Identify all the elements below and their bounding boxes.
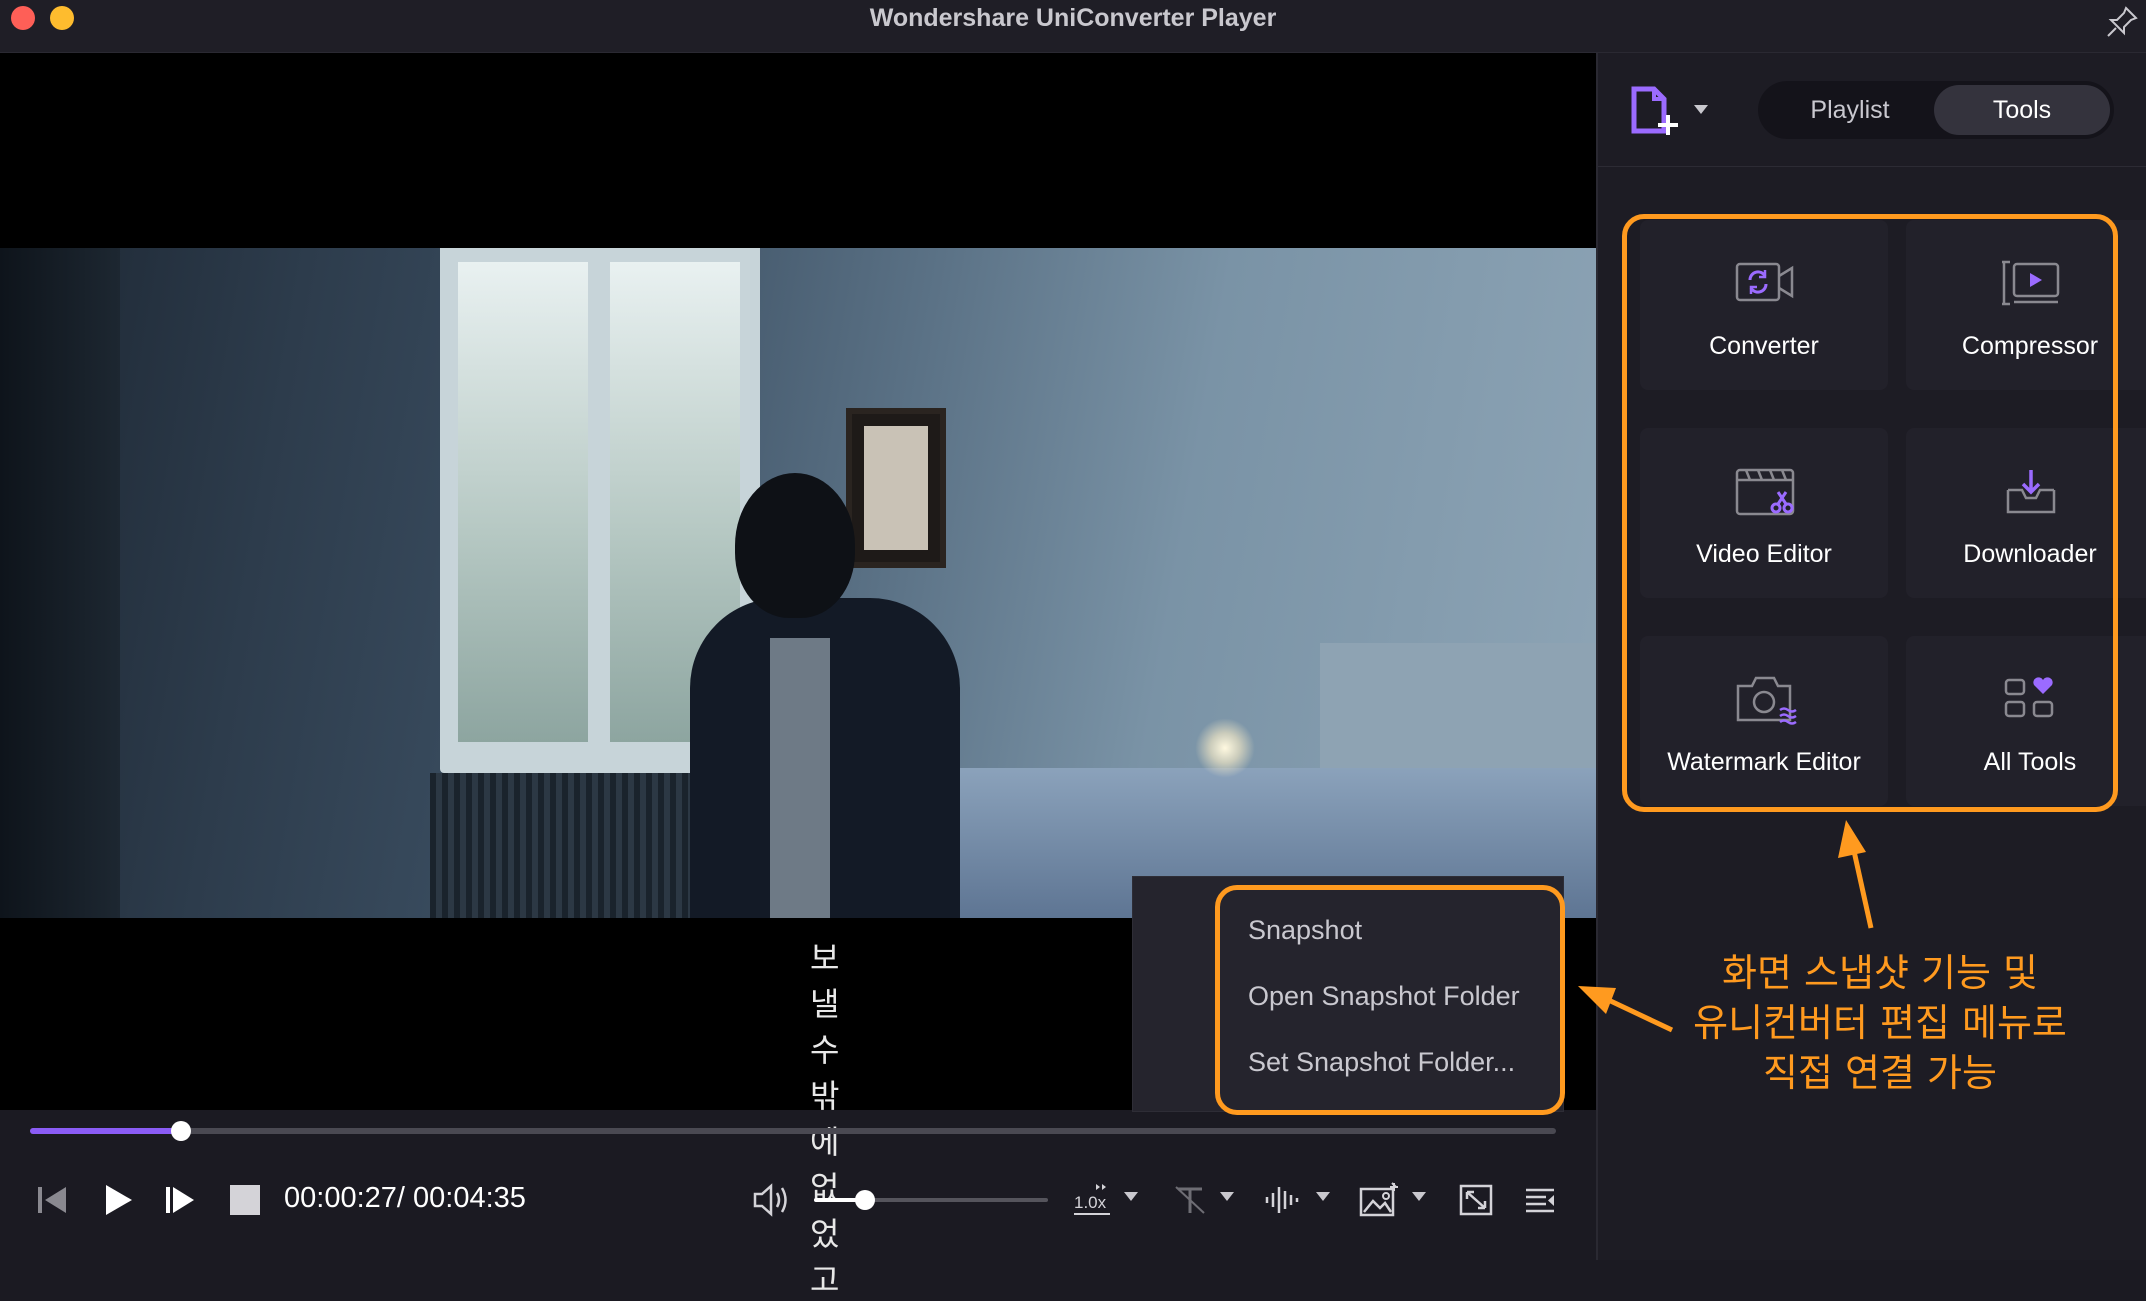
step-forward-icon — [166, 1187, 194, 1213]
title-bar: Wondershare UniConverter Player — [0, 0, 2146, 53]
annotation-line: 직접 연결 가능 — [1763, 1051, 1997, 1095]
play-button[interactable] — [98, 1178, 138, 1222]
subtitle-off-icon — [1175, 1186, 1205, 1214]
compressor-icon — [2002, 260, 2060, 306]
add-file-dropdown-arrow[interactable] — [1694, 105, 1708, 114]
fullscreen-button[interactable] — [1456, 1178, 1496, 1222]
play-icon — [106, 1185, 132, 1215]
seek-bar[interactable] — [30, 1121, 1556, 1141]
snapshot-image-icon — [1359, 1182, 1398, 1217]
audio-wave-icon — [1265, 1187, 1299, 1213]
sidebar-header: Playlist Tools — [1598, 53, 2146, 167]
window-title: Wondershare UniConverter Player — [869, 4, 1277, 32]
annotation-note: 화면 스냅샷 기능 및 유니컨버터 편집 메뉴로 직접 연결 가능 — [1640, 948, 2120, 1098]
tool-converter[interactable]: Converter — [1640, 220, 1888, 390]
downloader-icon — [2006, 470, 2056, 514]
pin-icon[interactable] — [2104, 4, 2140, 40]
tool-all-tools[interactable]: All Tools — [1906, 636, 2146, 806]
set-snapshot-folder-menu-item[interactable]: Set Snapshot Folder... — [1248, 1047, 1515, 1078]
all-tools-icon — [2004, 677, 2054, 718]
snapshot-menu: Snapshot Open Snapshot Folder Set Snapsh… — [1132, 876, 1564, 1112]
tab-playlist[interactable]: Playlist — [1762, 85, 1938, 135]
control-bar: 00:00:27/ 00:04:35 1.0x — [0, 1150, 1596, 1260]
annotation-line: 화면 스냅샷 기능 및 — [1722, 951, 2038, 995]
speed-label: 1.0x — [1074, 1193, 1107, 1212]
annotation-line: 유니컨버터 편집 메뉴로 — [1693, 1001, 2067, 1045]
toggle-sidebar-button[interactable] — [1520, 1178, 1560, 1222]
sidebar-list-icon — [1526, 1188, 1554, 1213]
converter-icon — [1735, 262, 1794, 302]
stop-icon — [230, 1185, 260, 1215]
tool-label: Compressor — [1961, 332, 2099, 360]
tool-label: Watermark Editor — [1667, 748, 1861, 776]
tool-label: Converter — [1709, 332, 1819, 360]
seek-progress — [30, 1128, 181, 1134]
playback-speed-button[interactable]: 1.0x — [1070, 1178, 1116, 1222]
time-separator: / — [396, 1182, 405, 1214]
subtitle-dropdown-arrow[interactable] — [1220, 1192, 1234, 1201]
tool-label: Video Editor — [1696, 540, 1832, 568]
open-snapshot-folder-menu-item[interactable]: Open Snapshot Folder — [1248, 981, 1520, 1012]
snapshot-button[interactable] — [1358, 1178, 1400, 1222]
snapshot-menu-item[interactable]: Snapshot — [1248, 915, 1362, 946]
sidebar-tabs: Playlist Tools — [1758, 81, 2114, 139]
volume-slider[interactable] — [814, 1190, 1048, 1210]
previous-frame-button[interactable] — [32, 1178, 72, 1222]
speaker-icon — [753, 1183, 787, 1217]
add-file-icon[interactable] — [1628, 85, 1688, 137]
current-time: 00:00:27 — [284, 1182, 397, 1214]
speed-icon: 1.0x — [1074, 1184, 1110, 1215]
video-frame[interactable] — [0, 248, 1596, 918]
audio-dropdown-arrow[interactable] — [1316, 1192, 1330, 1201]
next-frame-button[interactable] — [160, 1178, 200, 1222]
video-editor-icon — [1735, 468, 1795, 516]
volume-button[interactable] — [750, 1178, 794, 1222]
watermark-editor-icon — [1736, 676, 1797, 725]
tool-downloader[interactable]: Downloader — [1906, 428, 2146, 598]
tool-video-editor[interactable]: Video Editor — [1640, 428, 1888, 598]
tool-label: Downloader — [1963, 540, 2097, 568]
audio-track-button[interactable] — [1262, 1178, 1304, 1222]
speed-dropdown-arrow[interactable] — [1124, 1192, 1138, 1201]
stop-button[interactable] — [226, 1178, 264, 1222]
tool-compressor[interactable]: Compressor — [1906, 220, 2146, 390]
tool-label: All Tools — [1983, 748, 2077, 776]
time-display: 00:00:27/ 00:04:35 — [284, 1182, 526, 1215]
fullscreen-icon — [1459, 1184, 1493, 1216]
snapshot-dropdown-arrow[interactable] — [1412, 1192, 1426, 1201]
volume-handle[interactable] — [855, 1190, 876, 1210]
seek-handle[interactable] — [170, 1121, 191, 1141]
total-time: 00:04:35 — [413, 1182, 526, 1214]
step-back-icon — [38, 1187, 66, 1213]
tool-watermark-editor[interactable]: Watermark Editor — [1640, 636, 1888, 806]
subtitle-button[interactable] — [1170, 1178, 1210, 1222]
tab-tools[interactable]: Tools — [1934, 85, 2110, 135]
